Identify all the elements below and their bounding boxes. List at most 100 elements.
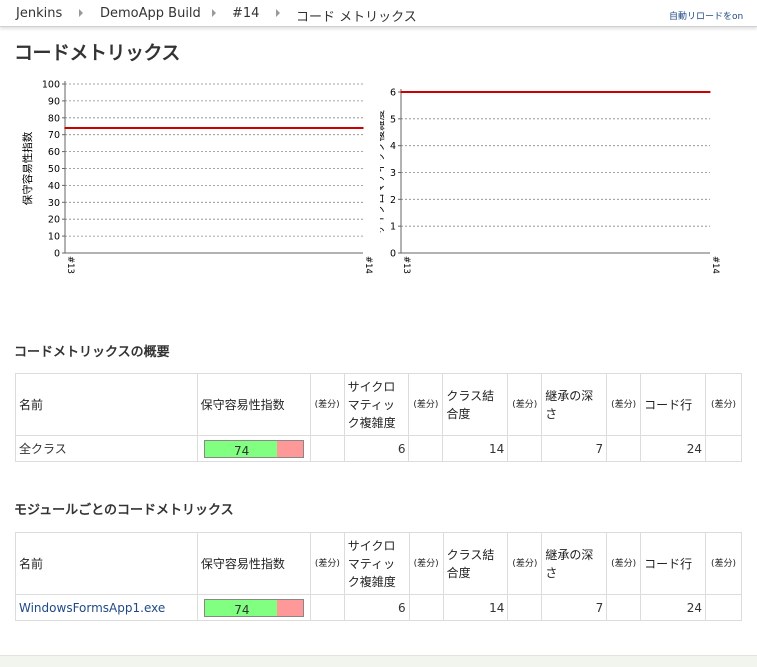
y-axis-label: 保守容易性指数 bbox=[21, 131, 34, 205]
column-header-diff[interactable]: (差分) bbox=[309, 373, 345, 436]
cyclomatic-value: 6 bbox=[343, 435, 410, 462]
column-header-depth[interactable]: 継承の深さ bbox=[541, 373, 608, 436]
x-tick-label: #14 bbox=[363, 256, 373, 274]
depth-value: 7 bbox=[541, 594, 608, 621]
diff-cell bbox=[507, 594, 543, 621]
y-tick-label: 0 bbox=[54, 249, 60, 260]
summary-table: 名前 保守容易性指数 (差分) サイクロマティック複雑度 (差分) クラス結合度… bbox=[15, 373, 743, 462]
modules-title: モジュールごとのコードメトリックス bbox=[14, 503, 234, 518]
y-tick-label: 0 bbox=[390, 249, 396, 260]
y-tick-label: 6 bbox=[390, 88, 396, 99]
x-tick-label: #13 bbox=[65, 256, 75, 274]
y-tick-label: 80 bbox=[48, 113, 60, 124]
y-tick-label: 20 bbox=[48, 215, 60, 226]
diff-cell bbox=[309, 435, 345, 462]
y-tick-label: 10 bbox=[48, 232, 60, 243]
maintainability-cell: 74 bbox=[196, 435, 311, 462]
diff-cell bbox=[704, 435, 743, 462]
row-name: 全クラス bbox=[15, 435, 198, 462]
y-tick-label: 90 bbox=[48, 96, 60, 107]
maintainability-bar-remainder bbox=[277, 599, 303, 616]
y-tick-label: 50 bbox=[48, 164, 60, 175]
column-header-diff[interactable]: (差分) bbox=[507, 532, 543, 595]
diff-cell bbox=[309, 594, 345, 621]
maintainability-value: 74 bbox=[234, 602, 250, 617]
column-header-diff[interactable]: (差分) bbox=[408, 532, 444, 595]
diff-cell bbox=[408, 435, 444, 462]
breadcrumb-separator-icon[interactable] bbox=[79, 9, 83, 17]
x-tick-label: #14 bbox=[710, 256, 720, 274]
y-tick-label: 60 bbox=[48, 147, 60, 158]
column-header-diff[interactable]: (差分) bbox=[705, 532, 742, 595]
maintainability-value: 74 bbox=[233, 443, 250, 458]
y-tick-label: 3 bbox=[390, 168, 396, 179]
column-header-diff[interactable]: (差分) bbox=[309, 532, 345, 595]
y-tick-label: 100 bbox=[42, 80, 60, 91]
column-header-coupling[interactable]: クラス結合度 bbox=[442, 373, 509, 436]
depth-value: 7 bbox=[541, 435, 608, 462]
column-header-maintainability[interactable]: 保守容易性指数 bbox=[196, 532, 311, 595]
table-header-row: 名前 保守容易性指数 (差分) サイクロマティック複雑度 (差分) クラス結合度… bbox=[15, 373, 743, 436]
y-tick-label: 4 bbox=[390, 141, 396, 152]
column-header-lines[interactable]: コード行 bbox=[640, 532, 707, 595]
lines-value: 24 bbox=[640, 435, 706, 462]
column-header-diff[interactable]: (差分) bbox=[507, 373, 543, 436]
x-tick-label: #13 bbox=[401, 256, 411, 274]
breadcrumb-item-jenkins[interactable]: Jenkins bbox=[16, 6, 62, 21]
column-header-coupling[interactable]: クラス結合度 bbox=[442, 532, 509, 595]
module-link[interactable]: WindowsFormsApp1.exe bbox=[19, 601, 165, 615]
column-header-cyclomatic[interactable]: サイクロマティック複雑度 bbox=[343, 532, 410, 595]
auto-refresh-link[interactable]: 自動リロードをon bbox=[669, 9, 743, 22]
breadcrumb-item-job[interactable]: DemoApp Build bbox=[100, 6, 201, 21]
module-name-cell: WindowsFormsApp1.exe bbox=[15, 594, 198, 621]
column-header-depth[interactable]: 継承の深さ bbox=[541, 532, 608, 595]
breadcrumb-separator-icon[interactable] bbox=[212, 9, 216, 17]
cyclomatic-value: 6 bbox=[343, 594, 410, 621]
maintainability-bar: 74 bbox=[203, 439, 304, 458]
maintainability-cell: 74 bbox=[196, 594, 311, 621]
modules-table: 名前 保守容易性指数 (差分) サイクロマティック複雑度 (差分) クラス結合度… bbox=[15, 532, 742, 621]
y-tick-label: 1 bbox=[390, 222, 396, 233]
maintainability-bar: 74 bbox=[203, 598, 304, 617]
y-tick-label: 2 bbox=[390, 195, 396, 206]
maintainability-bar-remainder bbox=[277, 440, 303, 457]
column-header-name[interactable]: 名前 bbox=[15, 373, 198, 436]
y-axis-label: サイクロマティック複雑度 bbox=[380, 109, 386, 235]
data-point bbox=[709, 91, 711, 93]
breadcrumb: Jenkins DemoApp Build #14 コード メトリックス 自動リ… bbox=[0, 0, 757, 27]
cyclomatic-chart: 0 1 2 3 4 5 6 #13 #14 サイクロマティック複雑度 bbox=[380, 88, 720, 274]
maintainability-chart: 0 10 20 30 40 50 60 70 80 90 100 #13 #14 保守容易性指数 bbox=[21, 80, 373, 274]
column-header-diff[interactable]: (差分) bbox=[606, 532, 642, 595]
y-tick-label: 70 bbox=[48, 130, 60, 141]
diff-cell bbox=[705, 594, 742, 621]
column-header-maintainability[interactable]: 保守容易性指数 bbox=[196, 373, 311, 436]
page-title: コードメトリックス bbox=[14, 42, 180, 64]
lines-value: 24 bbox=[640, 594, 707, 621]
coupling-value: 14 bbox=[442, 435, 509, 462]
diff-cell bbox=[606, 435, 642, 462]
breadcrumb-item-code-metrics[interactable]: コード メトリックス bbox=[296, 6, 417, 25]
coupling-value: 14 bbox=[442, 594, 509, 621]
y-tick-label: 30 bbox=[48, 198, 60, 209]
column-header-diff[interactable]: (差分) bbox=[704, 373, 743, 436]
diff-cell bbox=[606, 594, 642, 621]
data-point bbox=[64, 127, 66, 129]
breadcrumb-item-build[interactable]: #14 bbox=[232, 6, 259, 21]
data-point bbox=[400, 91, 402, 93]
summary-title: コードメトリックスの概要 bbox=[14, 345, 170, 360]
column-header-lines[interactable]: コード行 bbox=[640, 373, 706, 436]
page-footer bbox=[0, 655, 757, 667]
y-tick-label: 5 bbox=[390, 114, 396, 125]
column-header-cyclomatic[interactable]: サイクロマティック複雑度 bbox=[343, 373, 410, 436]
data-point bbox=[362, 127, 364, 129]
diff-cell bbox=[507, 435, 543, 462]
column-header-diff[interactable]: (差分) bbox=[606, 373, 642, 436]
diff-cell bbox=[408, 594, 444, 621]
table-row: 全クラス 74 6 14 7 24 bbox=[15, 435, 743, 462]
y-tick-label: 40 bbox=[48, 181, 60, 192]
column-header-diff[interactable]: (差分) bbox=[408, 373, 444, 436]
table-header-row: 名前 保守容易性指数 (差分) サイクロマティック複雑度 (差分) クラス結合度… bbox=[15, 532, 742, 595]
column-header-name[interactable]: 名前 bbox=[15, 532, 198, 595]
table-row: WindowsFormsApp1.exe 74 6 14 7 24 bbox=[15, 594, 742, 621]
breadcrumb-separator-icon[interactable] bbox=[276, 9, 280, 17]
